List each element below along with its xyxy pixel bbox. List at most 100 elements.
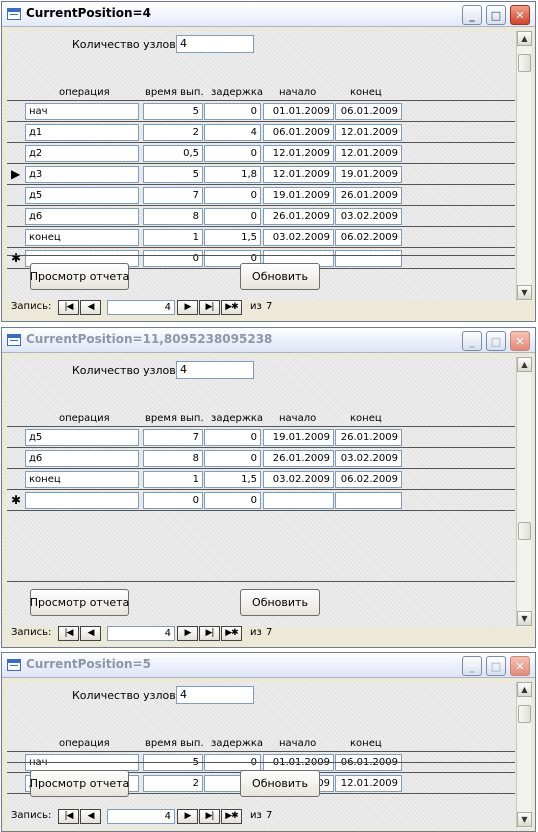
refresh-button[interactable]: Обновить	[240, 770, 320, 797]
delay-field[interactable]: 0	[204, 145, 261, 162]
close-button[interactable]: ✕	[510, 5, 530, 25]
scroll-thumb[interactable]	[518, 705, 531, 723]
operation-combo[interactable]: д1▼	[25, 124, 139, 141]
scroll-up-button[interactable]: ▲	[517, 682, 532, 697]
operation-combo[interactable]: д6▼	[25, 450, 139, 467]
start-date-field[interactable]: 19.01.2009	[263, 429, 334, 446]
nodes-count-field[interactable]: 4	[176, 686, 254, 704]
start-date-field[interactable]: 19.01.2009	[263, 187, 334, 204]
scroll-thumb[interactable]	[518, 522, 531, 540]
current-record-field[interactable]: 4	[107, 626, 175, 641]
operation-combo[interactable]: д6▼	[25, 208, 139, 225]
operation-combo[interactable]: д5▼	[25, 187, 139, 204]
start-date-field[interactable]: 06.01.2009	[263, 124, 334, 141]
maximize-button[interactable]: □	[486, 656, 506, 676]
end-date-field[interactable]: 06.02.2009	[335, 229, 402, 246]
next-record-icon[interactable]: ▶	[177, 626, 198, 641]
next-record-icon[interactable]: ▶	[177, 809, 198, 824]
table-row[interactable]: нач▼5001.01.200906.01.2009	[7, 101, 515, 122]
delay-field[interactable]: 0	[204, 429, 261, 446]
new-record-icon[interactable]: ▶✱	[221, 300, 242, 315]
end-date-field[interactable]: 26.01.2009	[335, 429, 402, 446]
time-field[interactable]: 7	[143, 429, 203, 446]
delay-field[interactable]: 4	[204, 124, 261, 141]
time-field[interactable]: 7	[143, 187, 203, 204]
table-row[interactable]: конец▼11,503.02.200906.02.2009	[7, 227, 515, 248]
title-bar[interactable]: CurrentPosition=11,8095238095238 _ □ ✕	[2, 328, 535, 353]
close-button[interactable]: ✕	[510, 331, 530, 351]
time-field[interactable]: 5	[143, 166, 203, 183]
scroll-down-button[interactable]: ▼	[517, 611, 532, 626]
previous-record-icon[interactable]: ◀	[80, 300, 101, 315]
first-record-icon[interactable]: |◀	[58, 300, 79, 315]
time-field[interactable]: 5	[143, 103, 203, 120]
scroll-down-button[interactable]: ▼	[517, 812, 532, 827]
start-date-field[interactable]: 03.02.2009	[263, 471, 334, 488]
vertical-scrollbar[interactable]: ▲ ▼	[516, 357, 532, 627]
operation-combo[interactable]: ▼	[25, 492, 139, 509]
previous-record-icon[interactable]: ◀	[80, 809, 101, 824]
last-record-icon[interactable]: ▶|	[199, 626, 220, 641]
end-date-field[interactable]: 03.02.2009	[335, 450, 402, 467]
end-date-field[interactable]: 12.01.2009	[335, 145, 402, 162]
start-date-field[interactable]: 01.01.2009	[263, 103, 334, 120]
scroll-down-button[interactable]: ▼	[517, 285, 532, 300]
new-record-row[interactable]: ✱▼00	[7, 490, 515, 511]
end-date-field[interactable]: 06.02.2009	[335, 471, 402, 488]
title-bar[interactable]: CurrentPosition=5 _ □ ✕	[2, 653, 535, 678]
table-row[interactable]: ▶ д3▼51,812.01.200919.01.2009	[7, 164, 515, 185]
current-record-field[interactable]: 4	[107, 300, 175, 315]
delay-field[interactable]: 0	[204, 103, 261, 120]
nodes-count-field[interactable]: 4	[176, 361, 254, 379]
table-row[interactable]: д1▼2406.01.200912.01.2009	[7, 122, 515, 143]
start-date-field[interactable]: 12.01.2009	[263, 145, 334, 162]
start-date-field[interactable]	[263, 492, 334, 509]
new-record-icon[interactable]: ▶✱	[221, 809, 242, 824]
table-row[interactable]: д6▼8026.01.200903.02.2009	[7, 206, 515, 227]
nodes-count-field[interactable]: 4	[176, 35, 254, 53]
first-record-icon[interactable]: |◀	[58, 626, 79, 641]
scroll-up-button[interactable]: ▲	[517, 31, 532, 46]
maximize-button[interactable]: □	[486, 331, 506, 351]
end-date-field[interactable]	[335, 492, 402, 509]
view-report-button[interactable]: Просмотр отчета	[30, 263, 129, 290]
delay-field[interactable]: 0	[204, 492, 261, 509]
operation-combo[interactable]: д3▼	[25, 166, 139, 183]
delay-field[interactable]: 0	[204, 450, 261, 467]
minimize-button[interactable]: _	[462, 331, 482, 351]
view-report-button[interactable]: Просмотр отчета	[30, 770, 129, 797]
time-field[interactable]: 2	[143, 775, 203, 792]
table-row[interactable]: конец▼11,503.02.200906.02.2009	[7, 469, 515, 490]
end-date-field[interactable]: 12.01.2009	[335, 124, 402, 141]
vertical-scrollbar[interactable]: ▲ ▼	[516, 682, 532, 828]
vertical-scrollbar[interactable]: ▲ ▼	[516, 31, 532, 301]
time-field[interactable]: 8	[143, 208, 203, 225]
scroll-up-button[interactable]: ▲	[517, 357, 532, 372]
last-record-icon[interactable]: ▶|	[199, 300, 220, 315]
table-row[interactable]: д5▼7019.01.200926.01.2009	[7, 185, 515, 206]
current-record-field[interactable]: 4	[107, 809, 175, 824]
delay-field[interactable]: 1,5	[204, 229, 261, 246]
table-row[interactable]: д5▼7019.01.200926.01.2009	[7, 427, 515, 448]
operation-combo[interactable]: конец▼	[25, 471, 139, 488]
delay-field[interactable]: 1,8	[204, 166, 261, 183]
time-field[interactable]: 1	[143, 471, 203, 488]
time-field[interactable]: 0,5	[143, 145, 203, 162]
start-date-field[interactable]: 12.01.2009	[263, 166, 334, 183]
next-record-icon[interactable]: ▶	[177, 300, 198, 315]
operation-combo[interactable]: д5▼	[25, 429, 139, 446]
minimize-button[interactable]: _	[462, 5, 482, 25]
operation-combo[interactable]: конец▼	[25, 229, 139, 246]
start-date-field[interactable]: 26.01.2009	[263, 450, 334, 467]
minimize-button[interactable]: _	[462, 656, 482, 676]
previous-record-icon[interactable]: ◀	[80, 626, 101, 641]
start-date-field[interactable]: 26.01.2009	[263, 208, 334, 225]
time-field[interactable]: 0	[143, 250, 203, 267]
end-date-field[interactable]	[335, 250, 402, 267]
table-row[interactable]: д2▼0,5012.01.200912.01.2009	[7, 143, 515, 164]
operation-combo[interactable]: д2▼	[25, 145, 139, 162]
maximize-button[interactable]: □	[486, 5, 506, 25]
table-row[interactable]: д6▼8026.01.200903.02.2009	[7, 448, 515, 469]
time-field[interactable]: 8	[143, 450, 203, 467]
operation-combo[interactable]: нач▼	[25, 103, 139, 120]
